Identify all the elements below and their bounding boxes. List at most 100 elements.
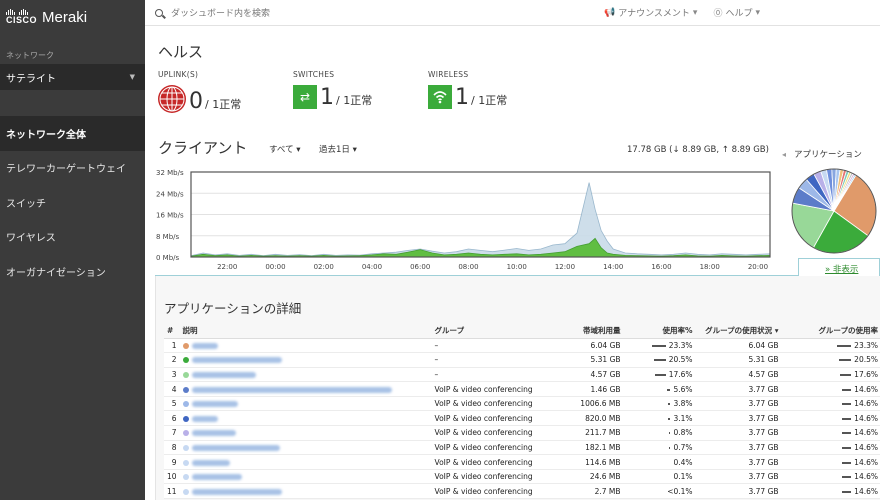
application-name[interactable] [179,338,432,354]
row-number: 6 [164,410,180,427]
group-usage-pct: 23.3% [781,338,880,354]
application-details-title: アプリケーションの詳細 [164,301,302,316]
sidebar-item-network-wide[interactable]: ネットワーク全体 [0,116,145,151]
application-group: VoIP & video conferencing [431,469,552,485]
application-name[interactable] [179,352,432,368]
group-pct-value: 20.5% [854,355,878,365]
x-tick-label: 10:00 [507,263,527,271]
redacted-application-name [191,342,218,349]
client-type-filter[interactable]: すべて ▾ [269,143,301,155]
row-number: 1 [164,338,180,354]
wireless-label: WIRELESS [428,70,469,79]
application-color-dot [182,357,189,364]
application-usage: 6.04 GB [551,338,624,354]
row-number: 10 [164,469,180,485]
table-header-row: # 説明 グループ 帯域利用量 使用率% グループの使用状況 ▾ グループの使用… [164,323,880,339]
group-usage-bar [842,461,852,464]
announcements-menu[interactable]: 📢 アナウンスメント ▾ [604,6,697,20]
caret-down-icon: ▾ [755,7,760,18]
network-section-label: ネットワーク [6,51,54,60]
table-row[interactable]: 7 VoIP & video conferencing 211.7 MB 0.8% 3.… [164,425,880,441]
group-usage-bar [840,373,852,376]
switches-stat[interactable]: SWITCHES ⇄ 1 / 1正常 [293,70,372,109]
group-usage-bar [837,344,852,347]
chevron-left-icon[interactable]: ◂ [782,150,786,159]
col-group-usage[interactable]: グループの使用状況 ▾ [695,323,782,339]
sidebar-item-organization[interactable]: オーガナイゼーション [0,254,145,289]
row-number: 3 [164,367,180,383]
meraki-logo[interactable]: CISCO Meraki [0,0,145,34]
application-group: – [431,367,552,383]
application-name[interactable] [179,483,432,500]
application-name[interactable] [179,410,432,427]
application-usage-pct: 5.6% [623,381,696,397]
redacted-application-name [191,415,218,422]
group-usage-bar [842,403,852,406]
table-row[interactable]: 5 VoIP & video conferencing 1006.6 MB 3.8% 3… [164,396,880,412]
table-row[interactable]: 11 VoIP & video conferencing 2.7 MB <0.1% 3.… [164,483,880,500]
col-group[interactable]: グループ [431,323,552,339]
table-row[interactable]: 2–5.31 GB 20.5% 5.31 GB 20.5% [164,352,880,368]
hide-applications-link[interactable]: » 非表示 [825,263,858,275]
col-usage-pct[interactable]: 使用率% [623,323,696,339]
applications-pie-chart[interactable] [791,168,877,254]
application-name[interactable] [179,425,432,441]
table-row[interactable]: 1–6.04 GB 23.3% 6.04 GB 23.3% [164,338,880,354]
application-usage-pct: 0.1% [623,469,696,485]
application-usage: 2.7 MB [551,483,624,500]
caret-down-icon: ▾ [352,145,357,155]
col-usage[interactable]: 帯域利用量 [551,323,624,339]
application-name[interactable] [179,381,432,397]
switch-icon: ⇄ [293,85,317,109]
usage-bar [669,432,671,435]
application-name[interactable] [179,469,432,485]
network-selector[interactable]: サテライト ▼ [0,64,145,90]
application-name[interactable] [179,440,432,456]
time-range-filter[interactable]: 過去1日 ▾ [319,143,357,155]
sidebar-item-wireless[interactable]: ワイヤレス [0,220,145,255]
sidebar-item-teleworker-gateway[interactable]: テレワーカーゲートウェイ [0,151,145,186]
application-name[interactable] [179,367,432,383]
table-row[interactable]: 8 VoIP & video conferencing 182.1 MB 0.7% 3.… [164,440,880,456]
help-menu[interactable]: ⓪ ヘルプ ▾ [713,6,760,20]
help-label: ヘルプ [725,9,753,19]
col-number[interactable]: # [164,323,180,339]
group-usage: 6.04 GB [695,338,782,354]
group-usage: 3.77 GB [695,469,782,485]
redacted-application-name [191,371,256,378]
x-tick-label: 08:00 [458,263,478,271]
main-content: ヘルス UPLINK(S) 0 / 1正常 SWITCHES ⇄ 1 / 1正常… [145,27,880,500]
group-usage-pct: 14.6% [781,469,880,485]
group-pct-value: 14.6% [854,486,878,496]
group-usage: 3.77 GB [695,454,782,470]
usage-bar [654,373,666,376]
group-pct-value: 14.6% [854,457,878,467]
application-group: – [431,338,552,354]
switches-label: SWITCHES [293,70,335,79]
table-row[interactable]: 9 VoIP & video conferencing 114.6 MB 0.4% 3.… [164,454,880,470]
x-tick-label: 02:00 [314,263,334,271]
usage-bar [667,388,671,391]
group-usage-bar [842,446,852,449]
application-name[interactable] [179,454,432,470]
application-name[interactable] [179,396,432,412]
sidebar-item-switch[interactable]: スイッチ [0,185,145,220]
search-input[interactable]: ダッシュボード内を検索 [171,6,270,19]
application-color-dot [182,415,189,422]
table-row[interactable]: 6 VoIP & video conferencing 820.0 MB 3.1% 3.… [164,410,880,427]
x-tick-label: 14:00 [603,263,623,271]
uplinks-label: UPLINK(S) [158,70,199,79]
dashboard-search[interactable]: ダッシュボード内を検索 [155,6,270,19]
redacted-application-name [191,401,238,408]
table-row[interactable]: 4 VoIP & video conferencing 1.46 GB 5.6% 3.7… [164,381,880,397]
usage-chart[interactable]: 32 Mb/s 24 Mb/s 16 Mb/s 8 Mb/s 0 Mb/s 22:00 00… [153,167,773,287]
uplinks-stat[interactable]: UPLINK(S) 0 / 1正常 [158,70,241,113]
redacted-application-name [191,474,242,481]
application-color-dot [182,386,189,393]
table-row[interactable]: 3–4.57 GB 17.6% 4.57 GB 17.6% [164,367,880,383]
col-group-pct[interactable]: グループの使用率 [781,323,880,339]
table-row[interactable]: 10 VoIP & video conferencing 24.6 MB 0.1% 3.… [164,469,880,485]
wireless-stat[interactable]: WIRELESS 1 / 1正常 [428,70,507,109]
col-description[interactable]: 説明 [179,323,432,339]
usage-summary: 17.78 GB (↓ 8.89 GB, ↑ 8.89 GB) [627,145,769,155]
